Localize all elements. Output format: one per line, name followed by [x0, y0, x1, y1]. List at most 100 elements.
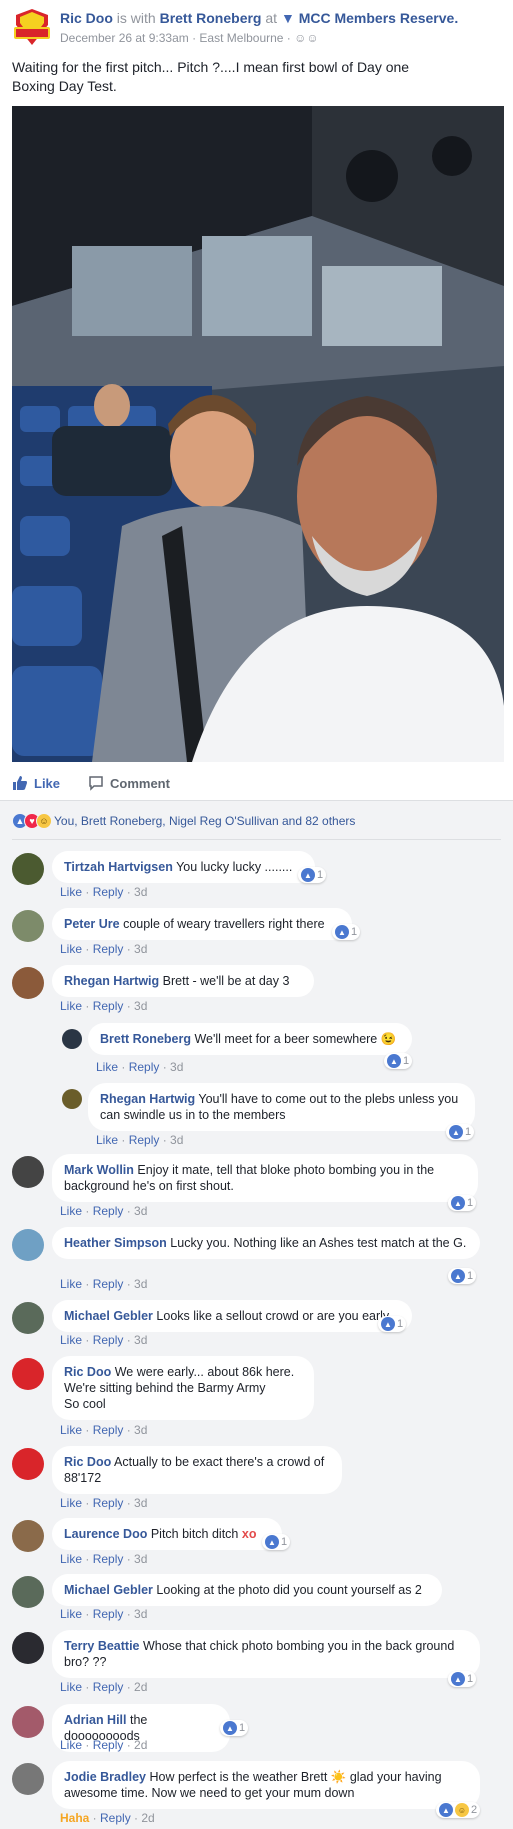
- comment-time[interactable]: 2d: [141, 1811, 154, 1825]
- comment-reply-link[interactable]: Reply: [93, 942, 124, 956]
- comment-author[interactable]: Rhegan Hartwig: [100, 1092, 195, 1106]
- comment-reply-link[interactable]: Reply: [93, 885, 124, 899]
- comment-author[interactable]: Tirtzah Hartvigsen: [64, 860, 173, 874]
- commenter-avatar[interactable]: [12, 1706, 44, 1738]
- comment-author[interactable]: Ric Doo: [64, 1365, 111, 1379]
- commenter-avatar[interactable]: [12, 1229, 44, 1261]
- comment-reaction-count[interactable]: ▲ 1: [332, 924, 361, 940]
- tagged-person[interactable]: Brett Roneberg: [160, 10, 262, 26]
- comment-time[interactable]: 3d: [134, 1552, 147, 1566]
- comment-reaction-count[interactable]: ▲ 1: [384, 1053, 413, 1069]
- post-date[interactable]: December 26 at 9:33am: [60, 31, 189, 45]
- comment-time[interactable]: 3d: [134, 942, 147, 956]
- comment-button[interactable]: Comment: [88, 766, 170, 800]
- comment-reply-link[interactable]: Reply: [93, 1680, 124, 1694]
- comment-like-link[interactable]: Like: [60, 1607, 82, 1621]
- comment-reply-link[interactable]: Reply: [93, 1423, 124, 1437]
- comment-like-link[interactable]: Like: [96, 1060, 118, 1074]
- comment-time[interactable]: 3d: [134, 1333, 147, 1347]
- commenter-avatar[interactable]: [62, 1029, 82, 1049]
- comment-like-link[interactable]: Like: [60, 942, 82, 956]
- post-location[interactable]: East Melbourne: [199, 31, 283, 45]
- comment-time[interactable]: 3d: [134, 1277, 147, 1291]
- commenter-avatar[interactable]: [12, 967, 44, 999]
- comment-author[interactable]: Peter Ure: [64, 917, 120, 931]
- comment-author[interactable]: Terry Beattie: [64, 1639, 140, 1653]
- comment-reply-link[interactable]: Reply: [93, 1333, 124, 1347]
- comment-reply-link[interactable]: Reply: [93, 1496, 124, 1510]
- comment-reply-link[interactable]: Reply: [93, 1607, 124, 1621]
- comment-like-link[interactable]: Like: [60, 1423, 82, 1437]
- comment-author[interactable]: Jodie Bradley: [64, 1770, 146, 1784]
- commenter-avatar[interactable]: [12, 1632, 44, 1664]
- comment-author[interactable]: Adrian Hill: [64, 1713, 127, 1727]
- commenter-avatar[interactable]: [12, 853, 44, 885]
- comment-time[interactable]: 3d: [134, 1607, 147, 1621]
- comment-icon: [89, 776, 103, 791]
- comment-like-link[interactable]: Like: [60, 1738, 82, 1752]
- commenter-avatar[interactable]: [62, 1089, 82, 1109]
- comment-time[interactable]: 3d: [170, 1060, 183, 1074]
- place-link[interactable]: MCC Members Reserve.: [299, 10, 459, 26]
- commenter-avatar[interactable]: [12, 1576, 44, 1608]
- comment-author[interactable]: Michael Gebler: [64, 1583, 153, 1597]
- comment-author[interactable]: Heather Simpson: [64, 1236, 167, 1250]
- comment-time[interactable]: 3d: [134, 1423, 147, 1437]
- friends-privacy-icon[interactable]: ☺☺: [294, 31, 319, 45]
- commenter-avatar[interactable]: [12, 1302, 44, 1334]
- comment-reaction-count[interactable]: ▲ 1: [448, 1671, 477, 1687]
- comment-like-link[interactable]: Like: [60, 1277, 82, 1291]
- reactions-summary[interactable]: ▲ ♥ ☺ You, Brett Roneberg, Nigel Reg O'S…: [12, 813, 355, 829]
- commenter-avatar[interactable]: [12, 1448, 44, 1480]
- comment-reply-link[interactable]: Reply: [129, 1133, 160, 1147]
- comment-like-link[interactable]: Like: [60, 999, 82, 1013]
- comment-bubble: Michael Gebler Looks like a sellout crow…: [52, 1300, 412, 1332]
- commenter-avatar[interactable]: [12, 1763, 44, 1795]
- comment-time[interactable]: 2d: [134, 1680, 147, 1694]
- comment-reply-link[interactable]: Reply: [93, 1277, 124, 1291]
- comment-like-link[interactable]: Like: [60, 1680, 82, 1694]
- comment-time[interactable]: 3d: [134, 1204, 147, 1218]
- comment-author[interactable]: Brett Roneberg: [100, 1032, 191, 1046]
- comment-time[interactable]: 3d: [134, 1496, 147, 1510]
- commenter-avatar[interactable]: [12, 1520, 44, 1552]
- comment-like-link[interactable]: Like: [60, 1333, 82, 1347]
- comment-time[interactable]: 2d: [134, 1738, 147, 1752]
- comment-reaction-count[interactable]: ▲ 1: [446, 1124, 475, 1140]
- comment-like-link[interactable]: Like: [60, 885, 82, 899]
- comment-author[interactable]: Mark Wollin: [64, 1163, 134, 1177]
- comment-reply-link[interactable]: Reply: [129, 1060, 160, 1074]
- comment-reaction-count[interactable]: ▲ 1: [220, 1720, 249, 1736]
- comment-reply-link[interactable]: Reply: [93, 1552, 124, 1566]
- comment-time[interactable]: 3d: [134, 885, 147, 899]
- author-avatar[interactable]: [12, 7, 52, 47]
- post-photo[interactable]: [12, 106, 504, 762]
- comment-reaction-count[interactable]: ▲ 1: [298, 867, 327, 883]
- comment-like-link[interactable]: Like: [60, 1552, 82, 1566]
- comment-like-link[interactable]: Like: [60, 1496, 82, 1510]
- comment-like-link[interactable]: Like: [96, 1133, 118, 1147]
- comment-reply-link[interactable]: Reply: [100, 1811, 131, 1825]
- comment-reaction-count[interactable]: ▲ 1: [262, 1534, 291, 1550]
- commenter-avatar[interactable]: [12, 1358, 44, 1390]
- comment-reaction-count[interactable]: ▲ 1: [448, 1195, 477, 1211]
- comment-reaction-count[interactable]: ▲ ☺ 2: [436, 1802, 481, 1818]
- comment-reply-link[interactable]: Reply: [93, 1204, 124, 1218]
- comment-author[interactable]: Laurence Doo: [64, 1527, 147, 1541]
- commenter-avatar[interactable]: [12, 910, 44, 942]
- comment-haha-link[interactable]: Haha: [60, 1811, 89, 1825]
- comment-author[interactable]: Rhegan Hartwig: [64, 974, 159, 988]
- comment-time[interactable]: 3d: [170, 1133, 183, 1147]
- comment-reply-link[interactable]: Reply: [93, 999, 124, 1013]
- comment-reaction-count[interactable]: ▲ 1: [378, 1316, 407, 1332]
- commenter-avatar[interactable]: [12, 1156, 44, 1188]
- comment-reply-link[interactable]: Reply: [93, 1738, 124, 1752]
- author-name[interactable]: Ric Doo: [60, 10, 113, 26]
- comment: Michael Gebler Looking at the photo did …: [12, 1574, 502, 1624]
- comment-author[interactable]: Michael Gebler: [64, 1309, 153, 1323]
- like-button[interactable]: Like: [12, 766, 60, 800]
- comment-author[interactable]: Ric Doo: [64, 1455, 111, 1469]
- comment-time[interactable]: 3d: [134, 999, 147, 1013]
- comment-reaction-count[interactable]: ▲ 1: [448, 1268, 477, 1284]
- comment-like-link[interactable]: Like: [60, 1204, 82, 1218]
